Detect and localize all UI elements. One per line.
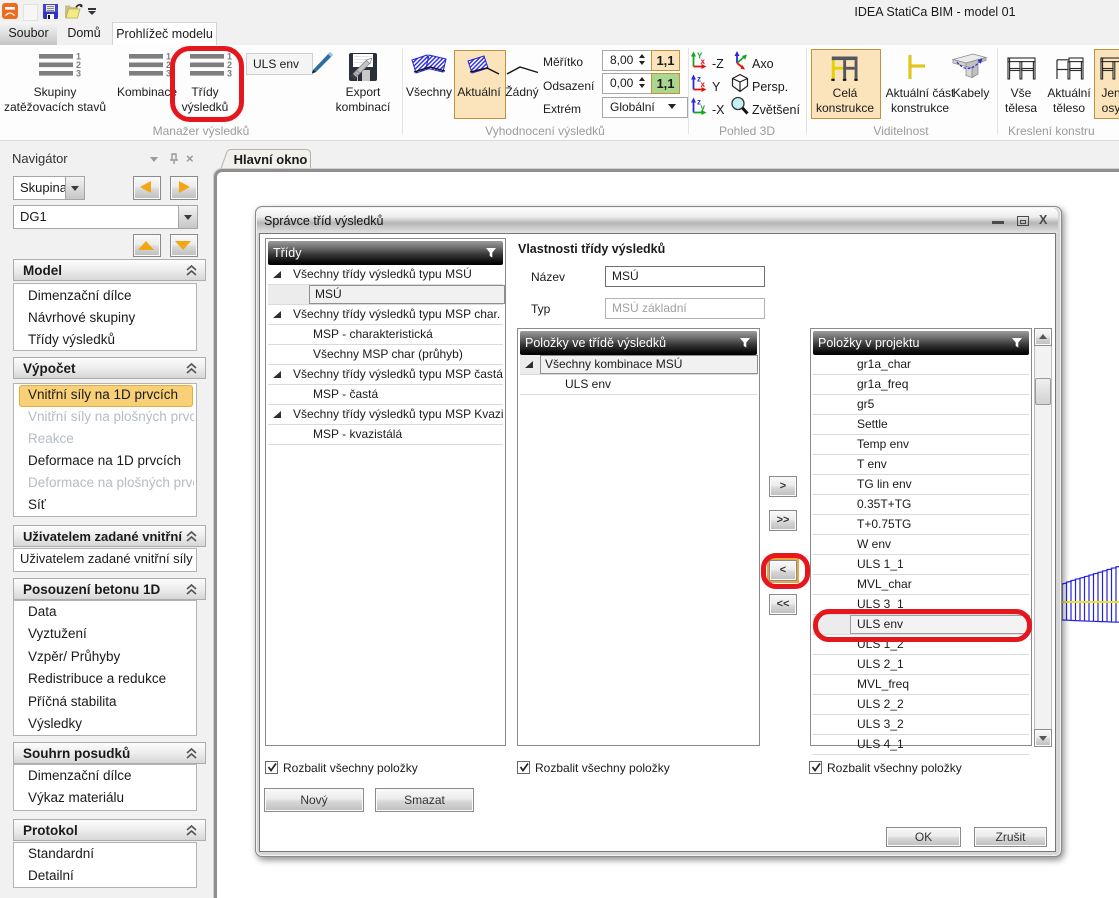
svg-text:y: y [701,103,706,112]
svg-text:3: 3 [76,69,81,79]
svg-text:x: x [701,57,706,66]
svg-text:x: x [701,80,706,89]
